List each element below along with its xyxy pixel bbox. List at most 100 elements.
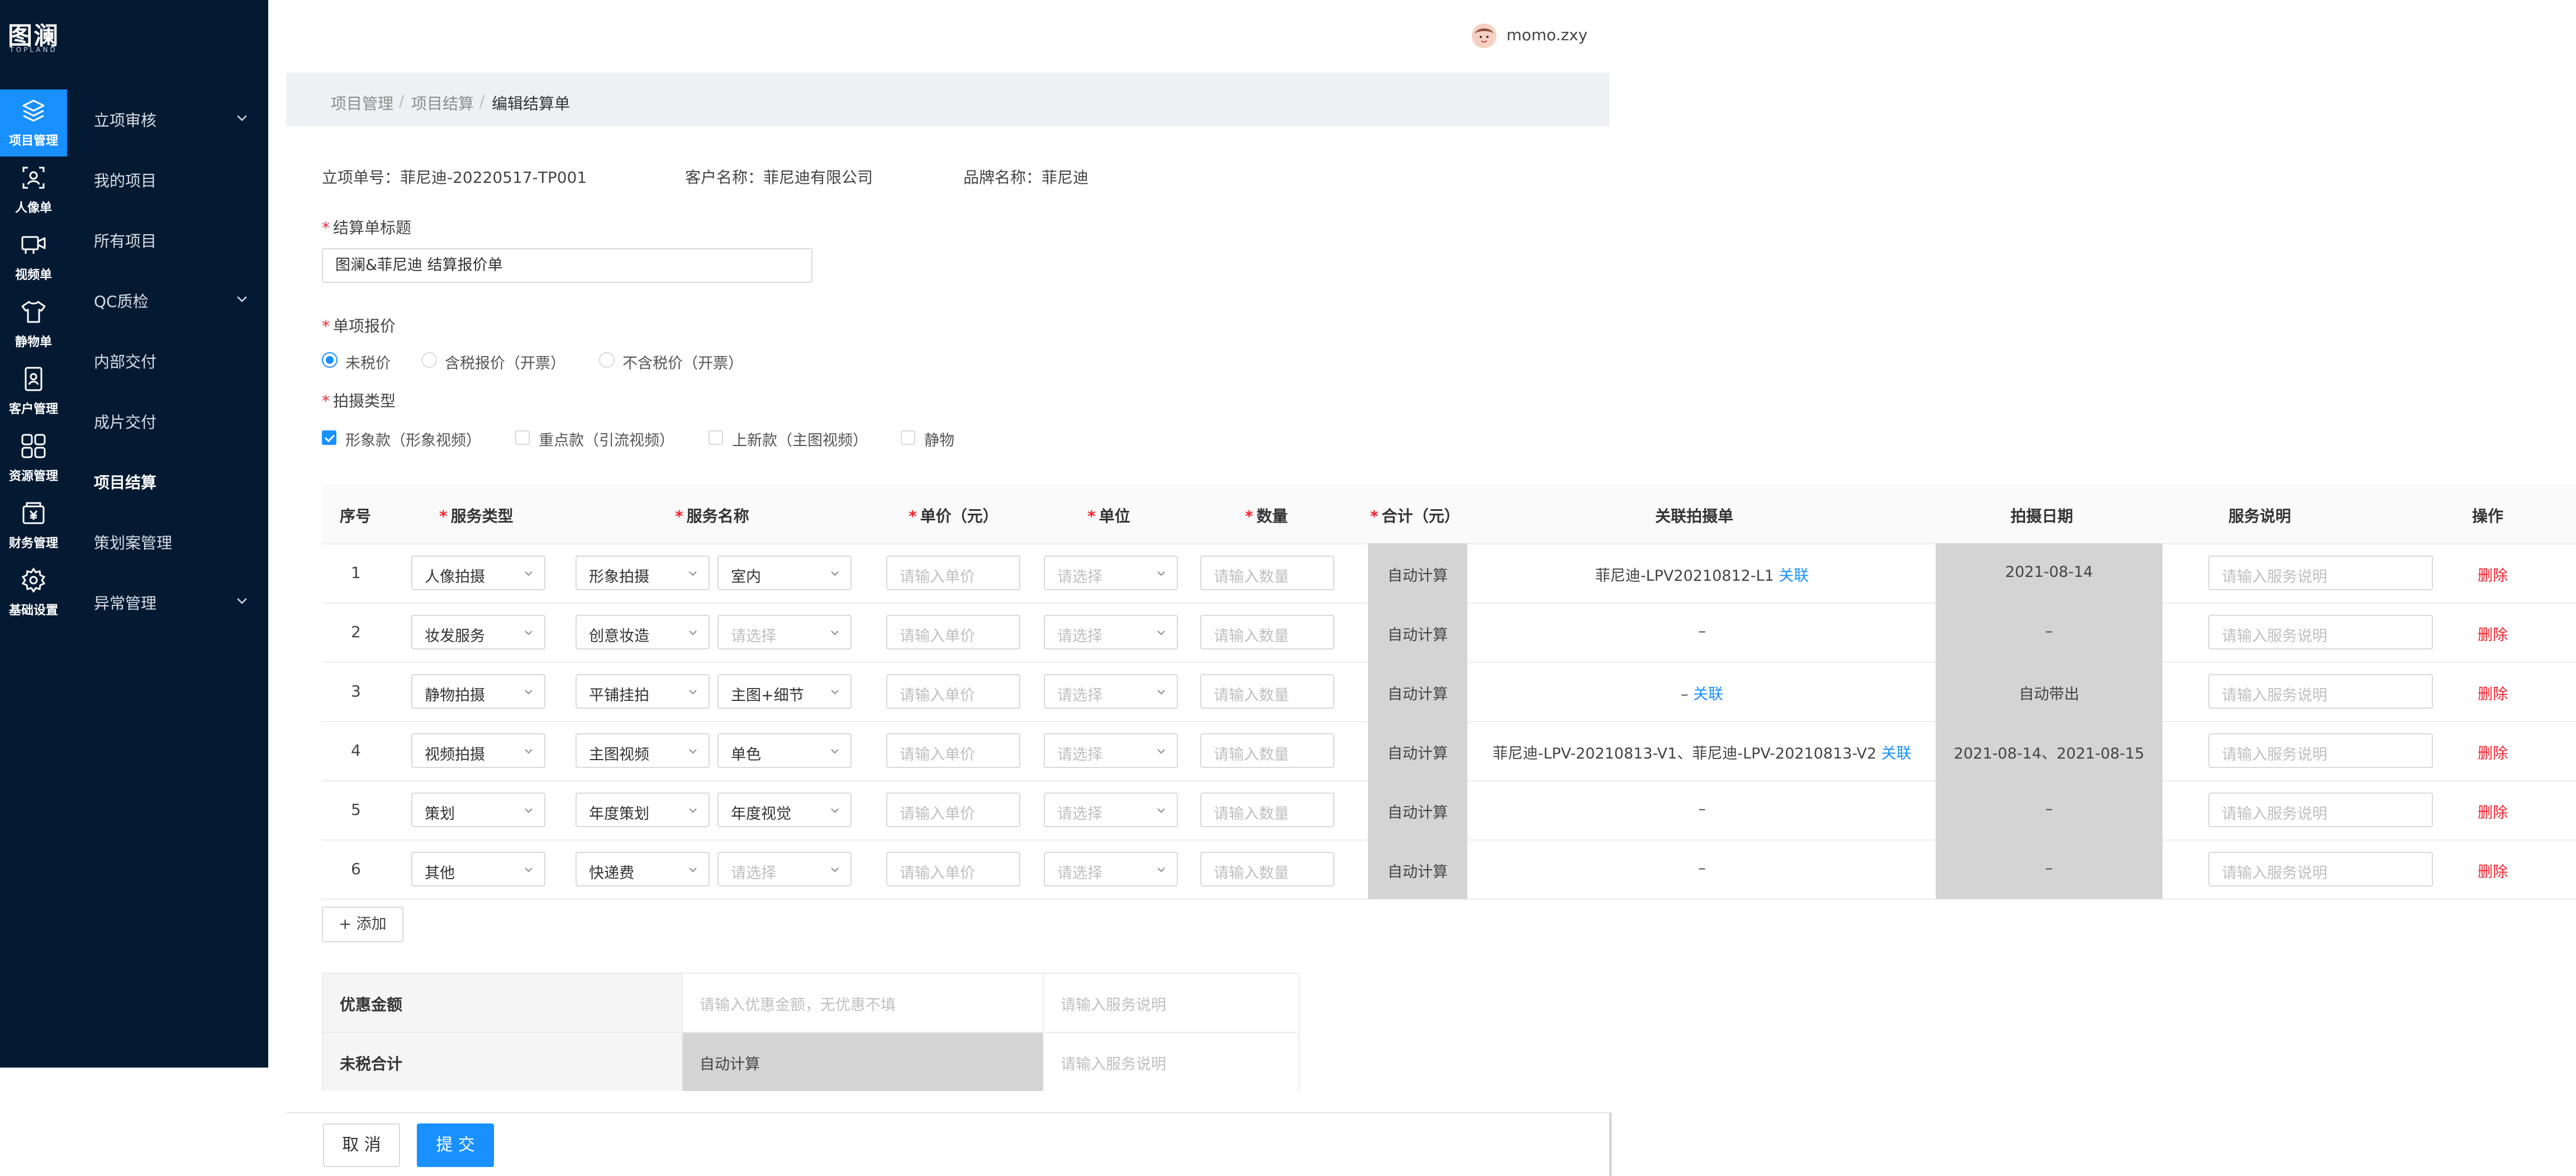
delete-row-button[interactable]: 删除 [2478, 623, 2508, 644]
link-shoot-button[interactable]: 关联 [1779, 567, 1809, 585]
service-name-select[interactable]: 年度策划 [576, 793, 710, 827]
service-type-select[interactable]: 静物拍摄 [411, 674, 545, 709]
service-note-input[interactable]: 请输入服务说明 [2208, 852, 2433, 886]
quantity-input[interactable]: 请输入数量 [1200, 852, 1334, 886]
menu-item-exceptions[interactable]: 异常管理 [67, 579, 268, 624]
unit-select[interactable]: 请选择 [1044, 674, 1178, 709]
menu-item-all-projects[interactable]: 所有项目 [67, 217, 268, 262]
chevron-down-icon [1157, 808, 1165, 813]
service-name-select[interactable]: 形象拍摄 [576, 556, 710, 590]
quantity-input[interactable]: 请输入数量 [1200, 733, 1334, 768]
service-note-input[interactable]: 请输入服务说明 [2208, 615, 2433, 649]
unit-select[interactable]: 请选择 [1044, 793, 1178, 827]
link-shoot-button[interactable]: 关联 [1693, 686, 1723, 703]
service-name-select[interactable]: 快递费 [576, 852, 710, 886]
rail-item-finance[interactable]: 财务管理 [0, 492, 67, 559]
service-detail-select[interactable]: 请选择 [717, 615, 852, 649]
service-detail-select[interactable]: 请选择 [717, 852, 852, 886]
rail-item-customer[interactable]: 客户管理 [0, 358, 67, 425]
service-type-select[interactable]: 人像拍摄 [411, 556, 545, 590]
cancel-button[interactable]: 取 消 [323, 1123, 400, 1167]
delete-row-button[interactable]: 删除 [2478, 682, 2508, 704]
row-index: 1 [351, 563, 361, 582]
rail-item-video[interactable]: 视频单 [0, 224, 67, 291]
avatar-face-icon [1472, 23, 1496, 48]
th-total: * 合计（元） [1370, 507, 1460, 525]
avatar[interactable] [1472, 23, 1496, 48]
rail-item-settings[interactable]: 基础设置 [0, 559, 67, 626]
menu-item-label: QC质检 [94, 292, 149, 311]
menu-item-my-projects[interactable]: 我的项目 [67, 157, 268, 201]
rail-item-project[interactable]: 项目管理 [0, 89, 67, 157]
service-name-select[interactable]: 平铺挂拍 [576, 674, 710, 709]
quantity-input[interactable]: 请输入数量 [1200, 615, 1334, 649]
menu-item-planning[interactable]: 策划案管理 [67, 519, 268, 563]
auto-total: 自动计算 [1387, 567, 1448, 585]
th-unit-price: * 单价（元） [909, 507, 999, 525]
service-note-input[interactable]: 请输入服务说明 [2208, 793, 2433, 827]
discount-note-input[interactable]: 请输入服务说明 [1043, 974, 1299, 1032]
chevron-down-icon [525, 749, 533, 754]
footer-bar: 取 消 提 交 [286, 1112, 1612, 1176]
unit-select[interactable]: 请选择 [1044, 852, 1178, 886]
radio-label: 未税价 [345, 355, 391, 372]
unit-price-input[interactable]: 请输入单价 [886, 556, 1020, 590]
link-shoot-button[interactable]: 关联 [1881, 745, 1912, 762]
delete-row-button[interactable]: 删除 [2478, 860, 2508, 881]
service-type-select[interactable]: 视频拍摄 [411, 733, 545, 768]
service-detail-select[interactable]: 单色 [717, 733, 852, 768]
menu-item-qc[interactable]: QC质检 [67, 277, 268, 322]
delete-row-button[interactable]: 删除 [2478, 563, 2508, 585]
service-note-input[interactable]: 请输入服务说明 [2208, 556, 2433, 590]
service-name-select[interactable]: 主图视频 [576, 733, 710, 768]
menu-item-final-delivery[interactable]: 成片交付 [67, 398, 268, 443]
rail-item-still[interactable]: 静物单 [0, 291, 67, 358]
unit-select[interactable]: 请选择 [1044, 733, 1178, 768]
rail-item-resource[interactable]: 资源管理 [0, 425, 67, 492]
add-row-button[interactable]: + 添加 [322, 907, 403, 942]
menu-item-approval[interactable]: 立项审核 [67, 96, 268, 141]
unit-price-input[interactable]: 请输入单价 [886, 793, 1020, 827]
radio-dot [599, 352, 615, 368]
menu-item-settlement[interactable]: 项目结算 [67, 458, 268, 503]
radio-dot [322, 352, 338, 368]
service-type-select[interactable]: 妆发服务 [411, 615, 545, 649]
rail-item-portrait[interactable]: 人像单 [0, 157, 67, 224]
rail-label: 客户管理 [8, 402, 58, 416]
unit-select[interactable]: 请选择 [1044, 615, 1178, 649]
username[interactable]: momo.zxy [1506, 26, 1588, 44]
title-input[interactable]: 图澜&菲尼迪 结算报价单 [322, 248, 812, 283]
service-name-select[interactable]: 创意妆造 [576, 615, 710, 649]
total-note-input[interactable]: 请输入服务说明 [1043, 1033, 1299, 1091]
unit-price-input[interactable]: 请输入单价 [886, 615, 1020, 649]
checkbox-label: 上新款（主图视频） [732, 432, 868, 449]
unit-price-input[interactable]: 请输入单价 [886, 852, 1020, 886]
total-label-cell: 未税合计 [323, 1033, 682, 1091]
breadcrumb-item[interactable]: 项目结算 [411, 92, 474, 114]
breadcrumb-item[interactable]: 项目管理 [331, 92, 393, 114]
linked-shoot-text: – [1698, 860, 1706, 877]
quantity-input[interactable]: 请输入数量 [1200, 556, 1334, 590]
menu-item-label: 策划案管理 [94, 534, 173, 552]
discount-label: 优惠金额 [340, 995, 403, 1014]
unit-select[interactable]: 请选择 [1044, 556, 1178, 590]
service-note-input[interactable]: 请输入服务说明 [2208, 733, 2433, 768]
discount-input[interactable]: 请输入优惠金额，无优惠不填 [682, 974, 1043, 1032]
service-detail-select[interactable]: 室内 [717, 556, 852, 590]
unit-price-input[interactable]: 请输入单价 [886, 733, 1020, 768]
quantity-input[interactable]: 请输入数量 [1200, 674, 1334, 709]
logo-subtext: TOPLAND [9, 46, 58, 54]
service-note-input[interactable]: 请输入服务说明 [2208, 674, 2433, 709]
delete-row-button[interactable]: 删除 [2478, 741, 2508, 763]
service-type-select[interactable]: 其他 [411, 852, 545, 886]
delete-row-button[interactable]: 删除 [2478, 800, 2508, 822]
service-detail-select[interactable]: 主图+细节 [717, 674, 852, 709]
menu-item-internal-delivery[interactable]: 内部交付 [67, 338, 268, 382]
table-row: 5 策划 年度策划 年度视觉 请输入单价 请选择 请输入数量 自动计算 – – 请输入服务说明 删除 [322, 780, 2576, 841]
quantity-input[interactable]: 请输入数量 [1200, 793, 1334, 827]
linked-shoot-text: 菲尼迪-LPV20210812-L1 [1595, 567, 1774, 585]
unit-price-input[interactable]: 请输入单价 [886, 674, 1020, 709]
service-type-select[interactable]: 策划 [411, 793, 545, 827]
submit-button[interactable]: 提 交 [417, 1123, 494, 1167]
service-detail-select[interactable]: 年度视觉 [717, 793, 852, 827]
